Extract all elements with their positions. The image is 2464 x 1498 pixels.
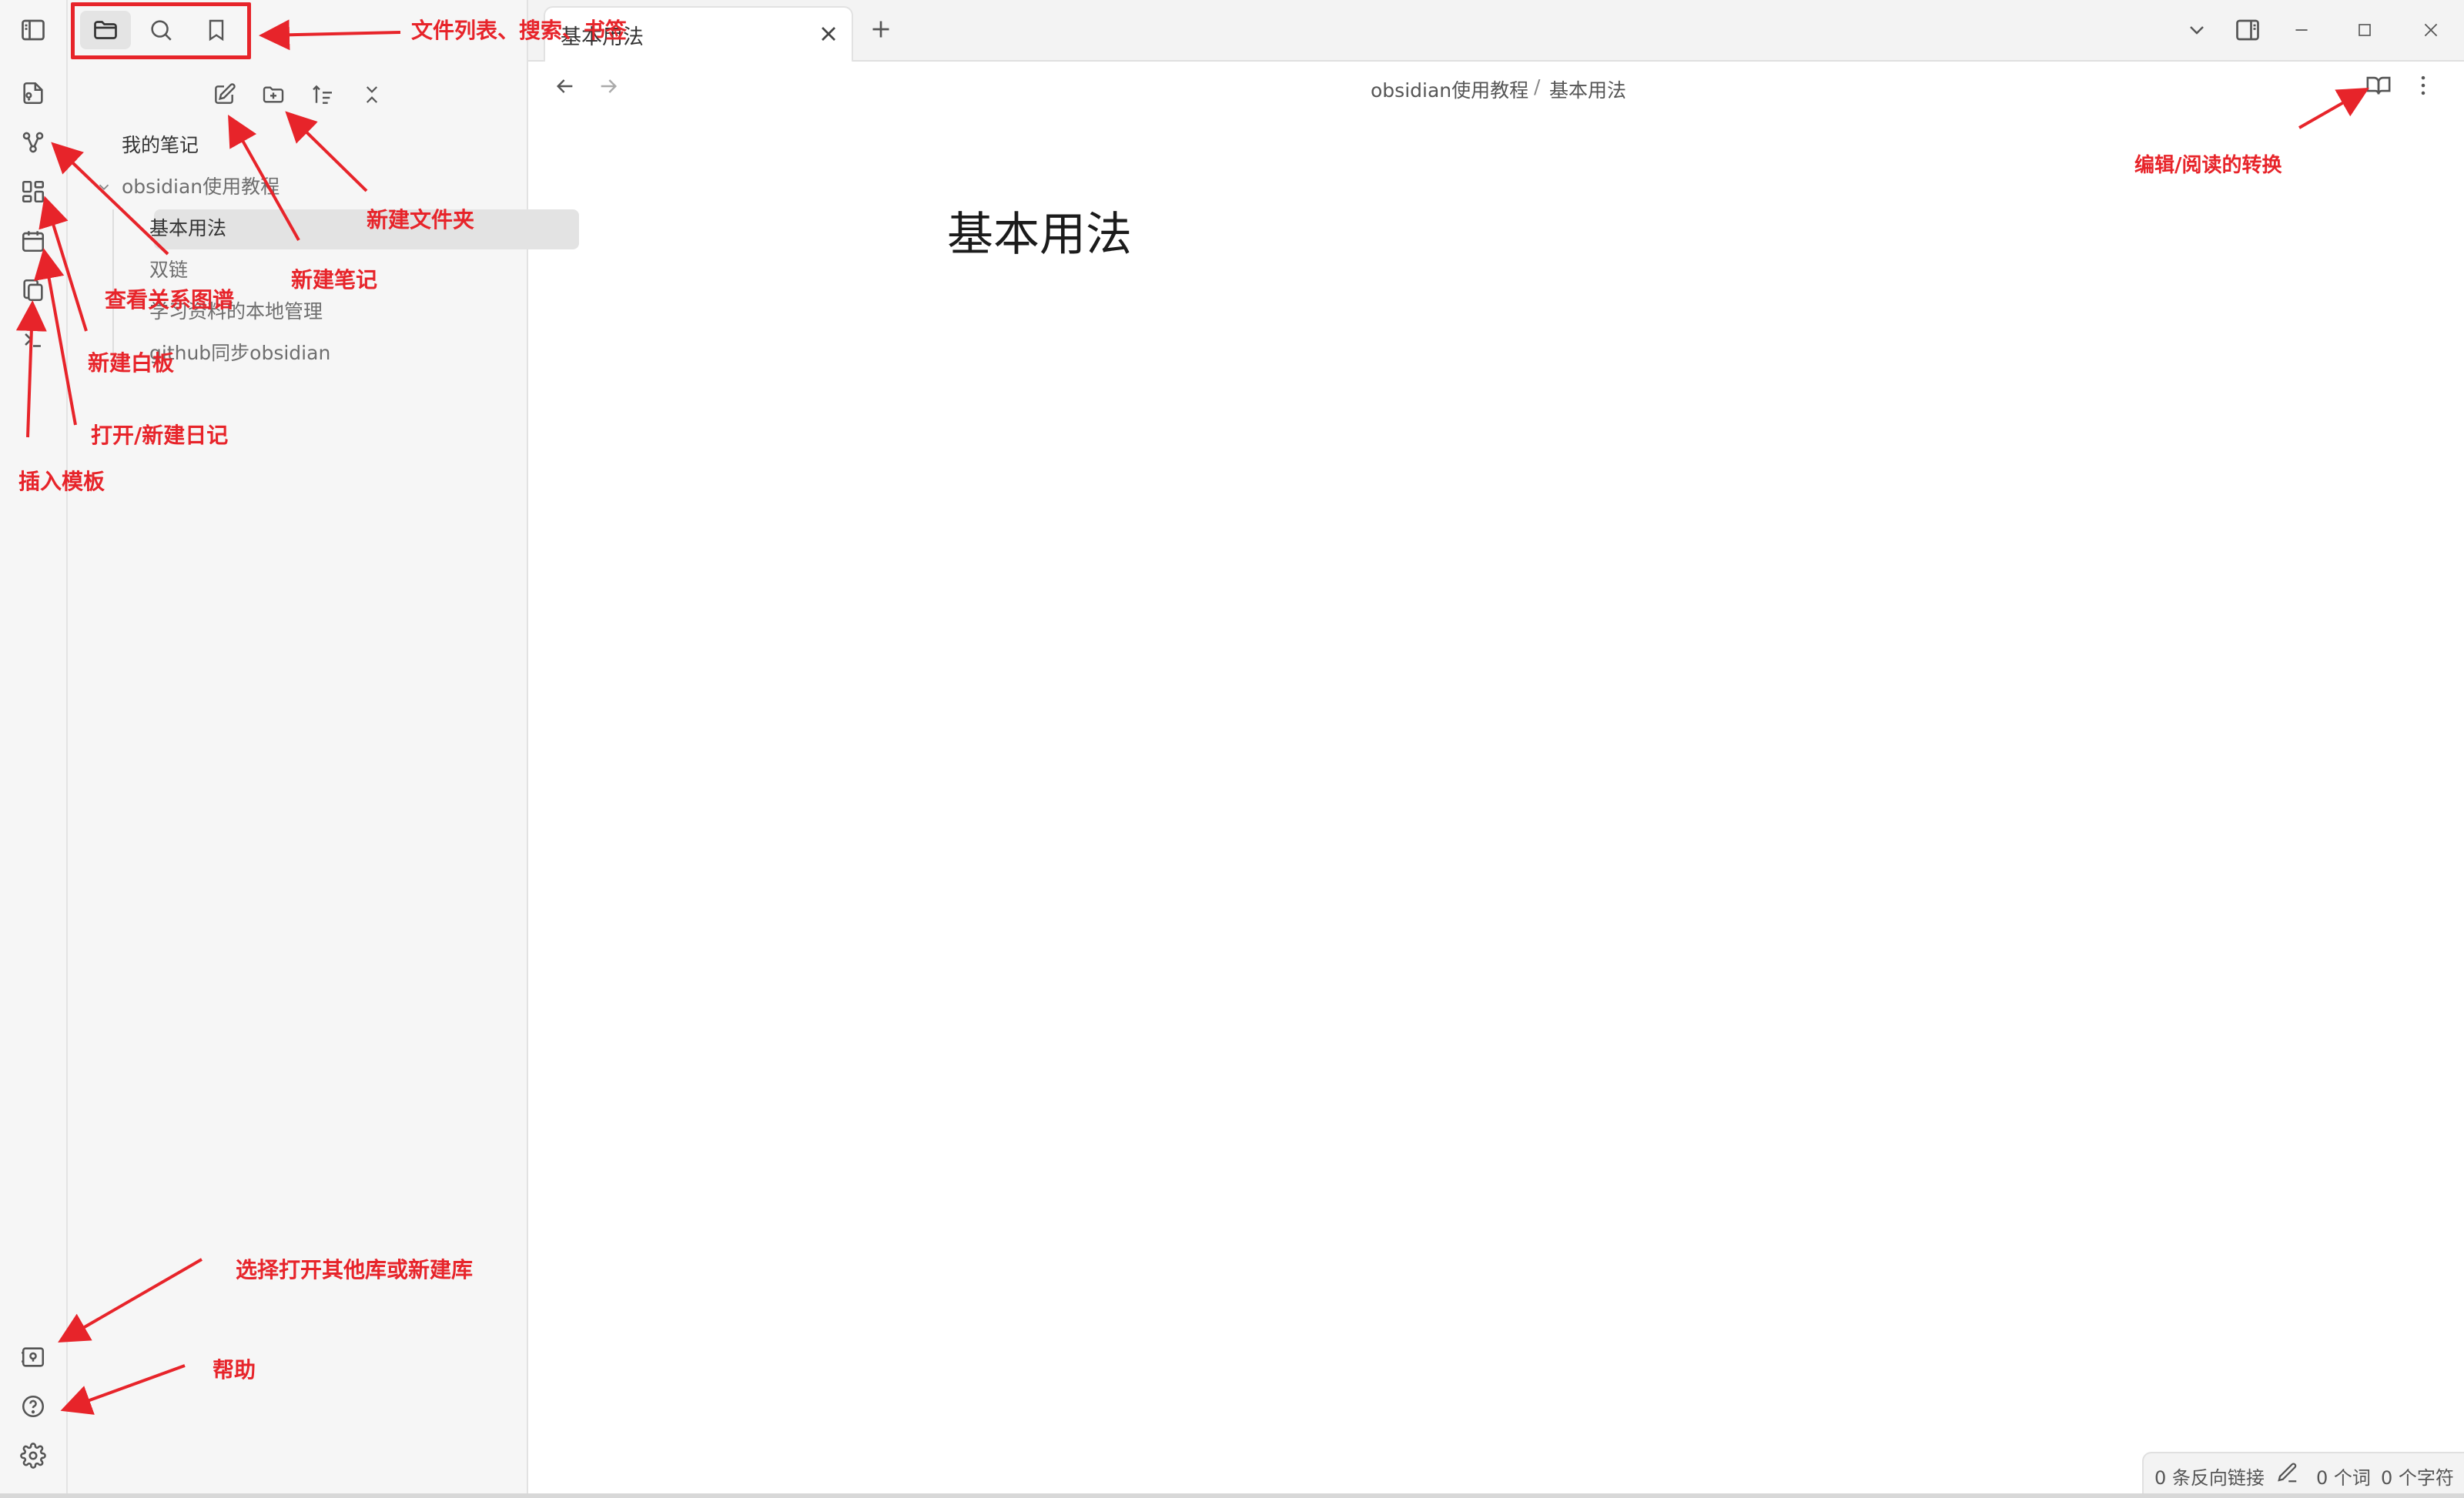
vault-icon[interactable] [14, 1338, 52, 1376]
window-close-icon[interactable] [2413, 12, 2449, 48]
annotation-vault: 选择打开其他库或新建库 [236, 1257, 474, 1282]
minimize-icon[interactable] [2284, 12, 2319, 48]
annotation-daily: 打开/新建日记 [91, 423, 229, 448]
collapse-icon [360, 83, 383, 106]
new-folder-button[interactable] [254, 75, 293, 114]
annotation-tabs: 文件列表、搜索、书签 [411, 18, 628, 43]
annotation-canvas: 新建白板 [88, 350, 175, 376]
sort-button[interactable] [303, 75, 342, 114]
sidebar-toggle-icon[interactable] [14, 11, 52, 49]
char-count: 0 个字符 [2381, 1467, 2454, 1489]
page-title[interactable]: 基本用法 [947, 197, 1132, 264]
breadcrumb-folder[interactable]: obsidian使用教程 [1371, 75, 1528, 103]
annotation-mode: 编辑/阅读的转换 [2134, 154, 2282, 177]
backlinks-count[interactable]: 0 条反向链接 [2154, 1463, 2265, 1490]
annotation-help: 帮助 [213, 1357, 256, 1383]
window-bottom-edge [0, 1493, 2464, 1498]
status-bar: 0 条反向链接 0 个词 0 个字符 [2142, 1452, 2464, 1495]
settings-icon[interactable] [14, 1436, 52, 1475]
breadcrumb: obsidian使用教程 / 基本用法 [528, 62, 2464, 122]
pencil-icon[interactable] [2276, 1461, 2299, 1484]
annotation-graph: 查看关系图谱 [105, 287, 235, 313]
terminal-icon[interactable] [14, 320, 52, 359]
new-folder-icon [261, 82, 286, 107]
file-item[interactable]: 基本用法 [149, 211, 226, 246]
help-icon[interactable] [14, 1387, 52, 1426]
more-options-icon[interactable] [2410, 72, 2444, 106]
canvas-icon[interactable] [14, 172, 52, 211]
new-tab-icon[interactable] [867, 15, 898, 46]
breadcrumb-file[interactable]: 基本用法 [1549, 75, 1626, 103]
reading-mode-icon[interactable] [2365, 72, 2399, 106]
sort-icon [310, 82, 335, 107]
new-note-button[interactable] [205, 75, 243, 114]
tab-list-icon[interactable] [2179, 12, 2215, 48]
chevron-down-icon[interactable] [95, 179, 114, 197]
annotation-new-folder: 新建文件夹 [367, 207, 475, 232]
maximize-icon[interactable] [2347, 12, 2382, 48]
breadcrumb-separator: / [1534, 75, 1541, 98]
view-header: obsidian使用教程 / 基本用法 [528, 62, 2464, 122]
quick-switcher-icon[interactable] [14, 74, 52, 112]
right-sidebar-toggle-icon[interactable] [2230, 12, 2265, 48]
calendar-icon[interactable] [14, 222, 52, 260]
folder-item[interactable]: obsidian使用教程 [122, 169, 280, 205]
annotation-template: 插入模板 [18, 469, 105, 494]
new-note-icon [212, 82, 236, 107]
graph-icon[interactable] [14, 123, 52, 162]
vault-name[interactable]: 我的笔记 [122, 128, 199, 163]
tabs-highlight-box [71, 2, 251, 59]
left-ribbon [0, 0, 68, 1493]
collapse-all-button[interactable] [353, 75, 391, 114]
copy-icon[interactable] [14, 271, 52, 309]
file-item[interactable]: github同步obsidian [149, 336, 330, 371]
annotation-new-note: 新建笔记 [291, 267, 378, 293]
word-count: 0 个词 [2316, 1467, 2371, 1489]
close-icon[interactable] [816, 22, 842, 48]
